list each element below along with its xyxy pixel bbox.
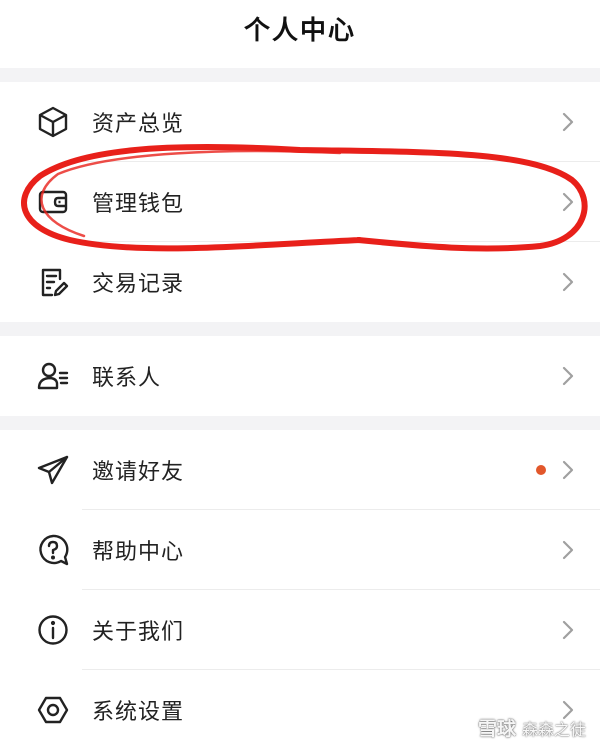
menu-item-label: 联系人 xyxy=(92,366,162,391)
menu-item-label: 关于我们 xyxy=(92,620,185,645)
info-icon xyxy=(35,612,71,648)
profile-screen: 个人中心 资产总览 管理钱包 交易记录 联系人 邀请好友 帮助中心 关于我们 系… xyxy=(0,0,600,747)
section-gap xyxy=(0,322,600,336)
menu-item-assets[interactable]: 资产总览 xyxy=(0,82,600,162)
contact-list-icon xyxy=(35,358,71,394)
menu-item-label: 管理钱包 xyxy=(92,192,185,217)
chevron-right-icon xyxy=(560,364,576,388)
chevron-right-icon xyxy=(560,538,576,562)
chevron-right-icon xyxy=(560,270,576,294)
watermark-brand: 雪球 xyxy=(477,718,516,740)
menu-item-label: 交易记录 xyxy=(92,272,185,297)
menu-item-about[interactable]: 关于我们 xyxy=(0,590,600,670)
document-edit-icon xyxy=(35,264,71,300)
wallet-icon xyxy=(35,184,71,220)
menu-item-transactions[interactable]: 交易记录 xyxy=(0,242,600,322)
menu-item-label: 资产总览 xyxy=(92,112,185,137)
watermark: 雪球 森森之徒 xyxy=(450,714,586,741)
page-title: 个人中心 xyxy=(243,15,356,46)
watermark-author: 森森之徒 xyxy=(521,719,586,739)
menu-item-wallet[interactable]: 管理钱包 xyxy=(0,162,600,242)
section-gap xyxy=(0,68,600,82)
notification-dot xyxy=(536,465,546,475)
question-bubble-icon xyxy=(35,532,71,568)
chevron-right-icon xyxy=(560,618,576,642)
menu-item-invite[interactable]: 邀请好友 xyxy=(0,430,600,510)
chevron-right-icon xyxy=(560,110,576,134)
header-bar: 个人中心 xyxy=(0,0,600,68)
chevron-right-icon xyxy=(560,190,576,214)
menu-item-contacts[interactable]: 联系人 xyxy=(0,336,600,416)
hexagon-gear-icon xyxy=(35,692,71,728)
menu-item-help[interactable]: 帮助中心 xyxy=(0,510,600,590)
menu-item-label: 帮助中心 xyxy=(92,540,185,565)
snowball-logo-icon xyxy=(450,717,472,739)
menu-item-label: 邀请好友 xyxy=(92,460,185,485)
paper-plane-icon xyxy=(35,452,71,488)
section-gap xyxy=(0,416,600,430)
chevron-right-icon xyxy=(560,458,576,482)
cube-icon xyxy=(35,104,71,140)
